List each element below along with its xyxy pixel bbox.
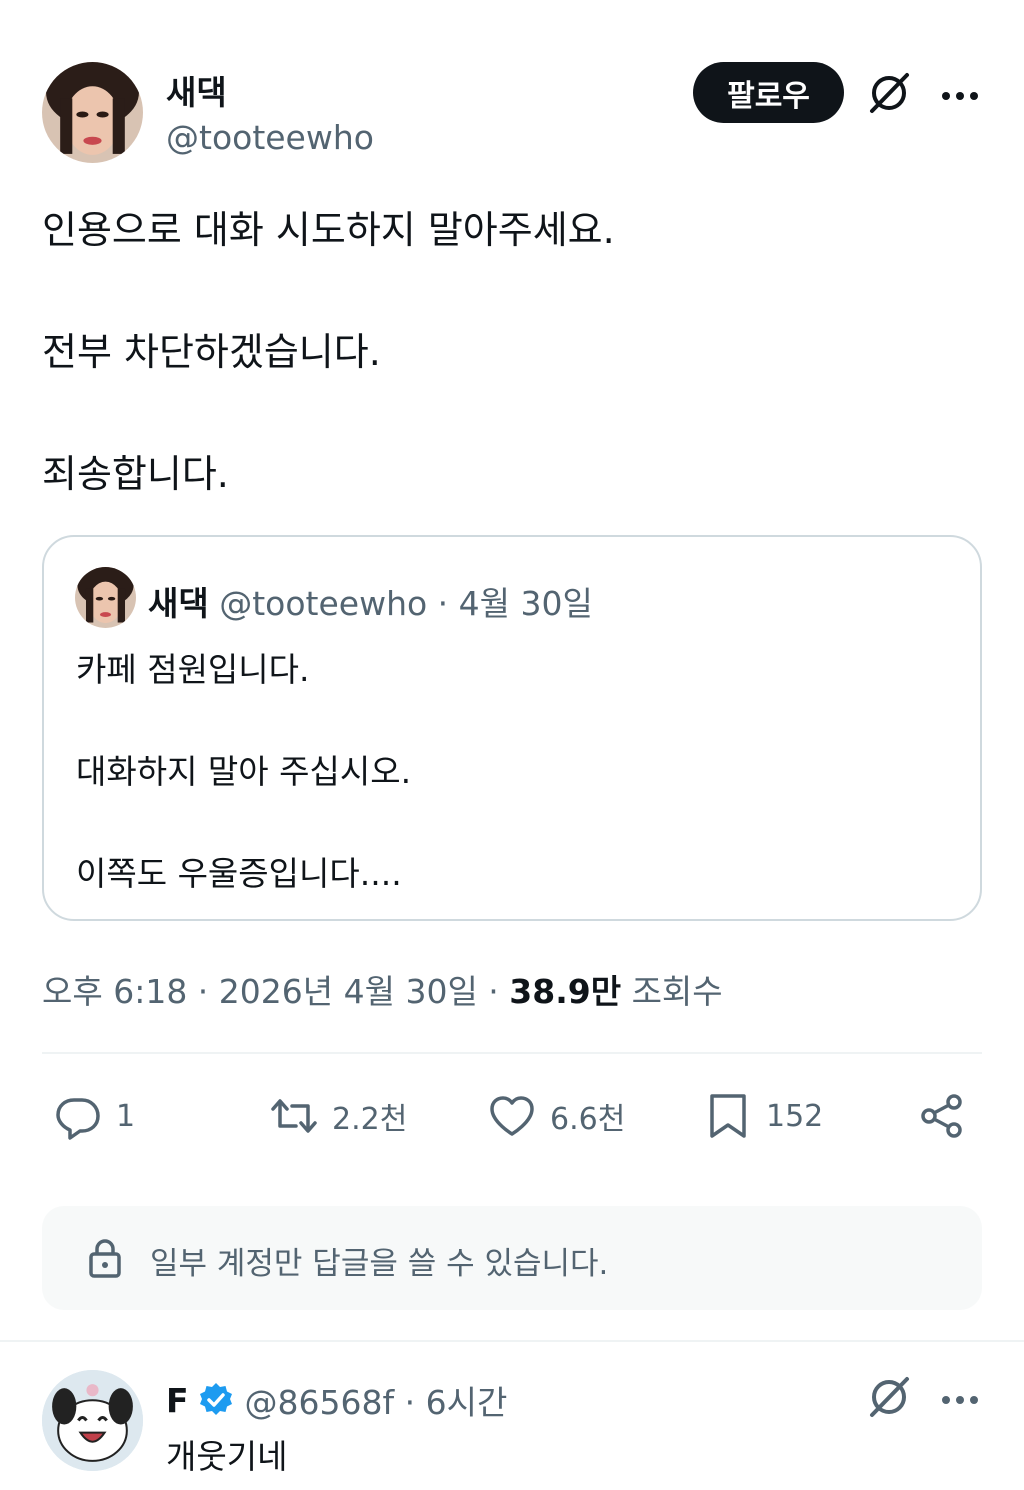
reply-count: 1 bbox=[116, 1098, 136, 1134]
post-meta: 오후 6:18 · 2026년 4월 30일 · 38.9만 조회수 bbox=[42, 965, 723, 1013]
grok-icon[interactable] bbox=[866, 1374, 912, 1420]
reply-author-name[interactable]: F bbox=[166, 1381, 189, 1420]
author-handle[interactable]: @tooteewho bbox=[166, 118, 374, 157]
post-text-line: 인용으로 대화 시도하지 말아주세요. bbox=[42, 208, 615, 252]
like-count: 6.6천 bbox=[550, 1102, 626, 1137]
author-name[interactable]: 새댁 bbox=[166, 66, 227, 114]
heart-icon bbox=[490, 1096, 534, 1136]
quoted-text-line: 카페 점원입니다. bbox=[76, 650, 310, 689]
post-text-line: 죄송합니다. bbox=[42, 452, 229, 496]
share-icon bbox=[921, 1094, 962, 1138]
like-button[interactable]: 6.6천 bbox=[488, 1090, 625, 1142]
reply-text: 개웃기네 bbox=[166, 1437, 288, 1476]
repost-button[interactable]: 2.2천 bbox=[270, 1090, 407, 1142]
follow-button[interactable]: 팔로우 bbox=[693, 62, 844, 123]
grok-icon[interactable] bbox=[866, 70, 912, 116]
bookmark-button[interactable]: 152 bbox=[704, 1090, 823, 1142]
view-count: 38.9만 bbox=[509, 972, 622, 1011]
repost-icon bbox=[271, 1099, 317, 1133]
bookmark-count: 152 bbox=[766, 1098, 824, 1134]
post-text-line: 전부 차단하겠습니다. bbox=[42, 330, 381, 374]
post-timestamp[interactable]: 오후 6:18 · 2026년 4월 30일 · bbox=[42, 972, 509, 1011]
reply-meta: @86568f · 6시간 bbox=[244, 1383, 508, 1422]
share-button[interactable] bbox=[918, 1090, 966, 1142]
quoted-text-line: 이쪽도 우울증입니다.... bbox=[76, 854, 402, 893]
lock-icon bbox=[89, 1239, 121, 1278]
author-avatar[interactable] bbox=[42, 62, 143, 163]
quoted-author-avatar bbox=[75, 567, 136, 628]
divider bbox=[0, 1340, 1024, 1342]
reply-icon bbox=[56, 1098, 100, 1140]
quoted-author-name: 새댁 bbox=[148, 584, 209, 623]
quoted-text-line: 대화하지 말아 주십시오. bbox=[76, 752, 412, 791]
view-label: 조회수 bbox=[621, 972, 723, 1011]
tweet-detail-page: 새댁 @tooteewho 팔로우 인용으로 대화 시도하지 말아주세요. 전부… bbox=[0, 0, 1024, 1490]
reply-header: F @86568f · 6시간 bbox=[166, 1376, 507, 1424]
reply-restriction-text: 일부 계정만 답글을 쓸 수 있습니다. bbox=[150, 1246, 609, 1282]
more-icon[interactable] bbox=[940, 1391, 980, 1404]
bookmark-icon bbox=[710, 1094, 746, 1138]
quoted-post-meta: @tooteewho · 4월 30일 bbox=[208, 584, 593, 623]
quoted-post-header: 새댁 @tooteewho · 4월 30일 bbox=[148, 577, 593, 625]
divider bbox=[42, 1052, 982, 1054]
repost-count: 2.2천 bbox=[332, 1102, 408, 1137]
reply-button[interactable]: 1 bbox=[54, 1090, 135, 1142]
more-icon[interactable] bbox=[940, 87, 980, 100]
verified-badge-icon bbox=[199, 1383, 232, 1415]
quoted-post[interactable]: 새댁 @tooteewho · 4월 30일 카페 점원입니다. 대화하지 말아… bbox=[42, 535, 982, 921]
reply-author-avatar[interactable] bbox=[42, 1370, 143, 1471]
reply-restriction-notice: 일부 계정만 답글을 쓸 수 있습니다. bbox=[42, 1206, 982, 1310]
